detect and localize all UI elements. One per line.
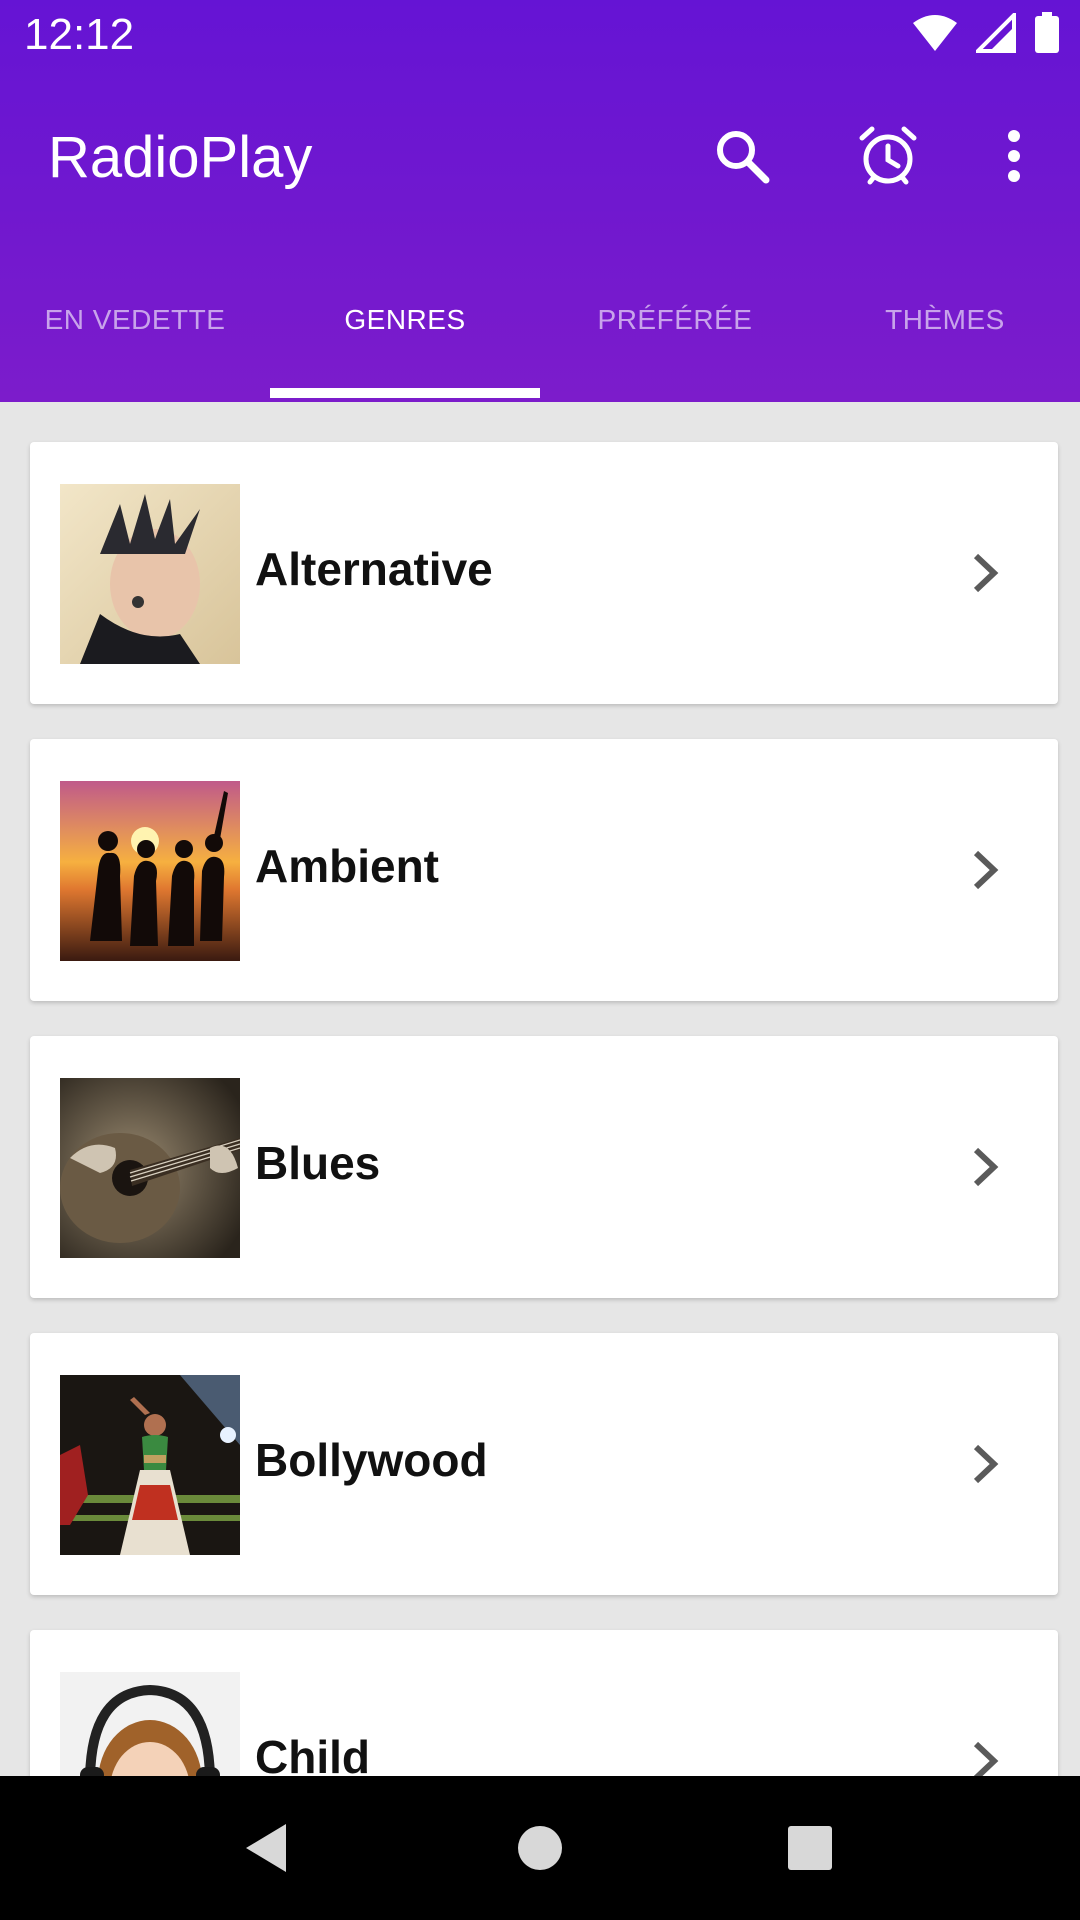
genre-label: Ambient — [255, 840, 439, 892]
genre-card-alternative[interactable]: Alternative — [30, 442, 1058, 704]
chevron-right-icon — [973, 1741, 999, 1776]
back-icon[interactable] — [230, 1812, 302, 1884]
chevron-right-icon — [973, 1147, 999, 1187]
chevron-right-icon — [973, 850, 999, 890]
toolbar: RadioPlay — [0, 96, 1080, 216]
genre-label: Alternative — [255, 543, 493, 595]
genre-thumbnail — [60, 1672, 240, 1776]
genre-list[interactable]: Alternative Ambient Blues Bollywood Chil… — [0, 402, 1080, 1776]
alarm-icon[interactable] — [852, 120, 924, 192]
chevron-right-icon — [973, 1444, 999, 1484]
system-nav-bar — [0, 1776, 1080, 1920]
app-bar: 12:12 RadioPlay EN VEDETTE GENRES PRÉFÉR… — [0, 0, 1080, 402]
status-time: 12:12 — [24, 10, 135, 59]
genre-card-bollywood[interactable]: Bollywood — [30, 1333, 1058, 1595]
tab-indicator — [270, 388, 540, 398]
genre-thumbnail — [60, 484, 240, 664]
genre-card-blues[interactable]: Blues — [30, 1036, 1058, 1298]
wifi-icon — [913, 15, 957, 51]
tab-genres[interactable]: GENRES — [270, 270, 540, 402]
genre-thumbnail — [60, 1078, 240, 1258]
tab-bar: EN VEDETTE GENRES PRÉFÉRÉE THÈMES — [0, 270, 1080, 402]
battery-icon — [1035, 12, 1059, 53]
genre-label: Bollywood — [255, 1434, 488, 1486]
home-icon[interactable] — [504, 1812, 576, 1884]
genre-card-child[interactable]: Child — [30, 1630, 1058, 1776]
genre-card-ambient[interactable]: Ambient — [30, 739, 1058, 1001]
status-bar: 12:12 — [0, 0, 1080, 72]
search-icon[interactable] — [706, 120, 778, 192]
genre-thumbnail — [60, 1375, 240, 1555]
more-vert-icon[interactable] — [978, 120, 1050, 192]
genre-label: Blues — [255, 1137, 381, 1189]
tab-en-vedette[interactable]: EN VEDETTE — [0, 270, 270, 402]
genre-thumbnail — [60, 781, 240, 961]
chevron-right-icon — [973, 553, 999, 593]
status-icons — [912, 12, 1060, 54]
app-title: RadioPlay — [48, 125, 313, 190]
tab-themes[interactable]: THÈMES — [810, 270, 1080, 402]
cell-signal-icon — [976, 13, 1016, 53]
genre-label: Child — [255, 1731, 370, 1776]
tab-preferee[interactable]: PRÉFÉRÉE — [540, 270, 810, 402]
recents-icon[interactable] — [774, 1812, 846, 1884]
